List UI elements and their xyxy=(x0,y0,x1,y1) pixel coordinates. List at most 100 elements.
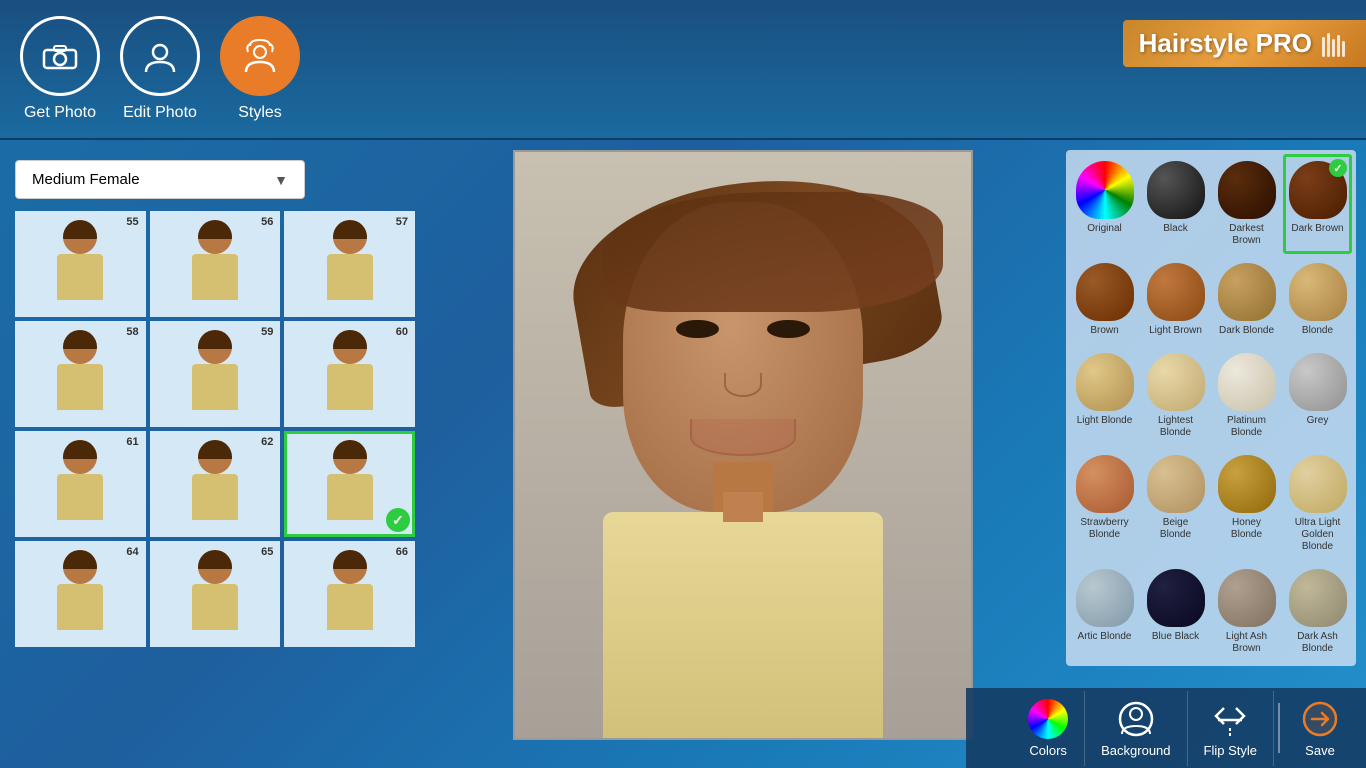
edit-photo-label: Edit Photo xyxy=(123,104,197,122)
style-item-59[interactable]: 59 xyxy=(150,321,281,427)
color-item-honey-blonde[interactable]: Honey Blonde xyxy=(1212,448,1281,560)
preview-panel xyxy=(430,140,1056,768)
save-icon xyxy=(1300,699,1340,739)
colors-button[interactable]: Colors xyxy=(1012,691,1085,766)
color-item-beige-blonde[interactable]: Beige Blonde xyxy=(1141,448,1210,560)
preview-person xyxy=(515,152,971,738)
save-button[interactable]: Save xyxy=(1284,691,1356,766)
color-item-light-blonde[interactable]: Light Blonde xyxy=(1070,346,1139,446)
app-title: Hairstyle PRO xyxy=(1139,28,1312,59)
color-swatch-strawberry-blonde xyxy=(1076,455,1134,513)
style-number: 57 xyxy=(396,216,408,228)
color-swatch-beige-blonde xyxy=(1147,455,1205,513)
style-item-62[interactable]: 62 xyxy=(150,431,281,537)
color-item-grey[interactable]: Grey xyxy=(1283,346,1352,446)
logo-banner: Hairstyle PRO xyxy=(1123,20,1366,67)
style-thumbnail xyxy=(153,324,278,424)
color-item-blonde[interactable]: Blonde xyxy=(1283,256,1352,344)
style-category-dropdown-container: Medium Female ▼ xyxy=(15,160,415,199)
color-swatch-dark-blonde xyxy=(1218,263,1276,321)
get-photo-button[interactable]: Get Photo xyxy=(20,16,100,122)
style-item-57[interactable]: 57 xyxy=(284,211,415,317)
color-swatch-light-ash-brown xyxy=(1218,569,1276,627)
color-swatch-grey xyxy=(1289,353,1347,411)
style-item-64[interactable]: 64 xyxy=(15,541,146,647)
logo-area: Hairstyle PRO xyxy=(1086,0,1366,140)
color-swatch-platinum-blonde xyxy=(1218,353,1276,411)
colors-grid: Original Black Darkest Brown ✓ Dark Brow… xyxy=(1066,150,1356,666)
color-swatch-darkest-brown xyxy=(1218,161,1276,219)
style-thumbnail xyxy=(287,214,412,314)
bottom-bar: Colors Background Flip Style xyxy=(966,688,1366,768)
style-item-55[interactable]: 55 xyxy=(15,211,146,317)
color-label-light-ash-brown: Light Ash Brown xyxy=(1217,631,1276,655)
color-label-blonde: Blonde xyxy=(1302,325,1333,337)
style-thumbnail xyxy=(18,434,143,534)
color-item-black[interactable]: Black xyxy=(1141,154,1210,254)
background-button-label: Background xyxy=(1101,743,1170,758)
color-item-strawberry-blonde[interactable]: Strawberry Blonde xyxy=(1070,448,1139,560)
style-thumbnail xyxy=(18,324,143,424)
colors-icon xyxy=(1028,699,1068,739)
style-number: 59 xyxy=(261,326,273,338)
color-item-dark-brown[interactable]: ✓ Dark Brown xyxy=(1283,154,1352,254)
color-label-blue-black: Blue Black xyxy=(1152,631,1199,643)
style-item-60[interactable]: 60 xyxy=(284,321,415,427)
styles-grid: 55 56 57 xyxy=(15,211,415,647)
color-item-dark-blonde[interactable]: Dark Blonde xyxy=(1212,256,1281,344)
get-photo-label: Get Photo xyxy=(24,104,96,122)
color-item-platinum-blonde[interactable]: Platinum Blonde xyxy=(1212,346,1281,446)
color-item-brown[interactable]: Brown xyxy=(1070,256,1139,344)
style-item-65[interactable]: 65 xyxy=(150,541,281,647)
style-item-56[interactable]: 56 xyxy=(150,211,281,317)
style-number: 58 xyxy=(126,326,138,338)
style-number: 56 xyxy=(261,216,273,228)
main-content: Medium Female ▼ 55 56 xyxy=(0,140,1366,768)
color-label-dark-blonde: Dark Blonde xyxy=(1219,325,1274,337)
flip-style-icon xyxy=(1210,699,1250,739)
color-label-lightest-blonde: Lightest Blonde xyxy=(1146,415,1205,439)
style-item-63[interactable]: ✓ xyxy=(284,431,415,537)
color-item-light-brown[interactable]: Light Brown xyxy=(1141,256,1210,344)
camera-icon xyxy=(20,16,100,96)
chevron-down-icon: ▼ xyxy=(274,172,288,188)
style-thumbnail xyxy=(18,214,143,314)
color-item-ultra-light-golden-blonde[interactable]: Ultra Light Golden Blonde xyxy=(1283,448,1352,560)
color-item-original[interactable]: Original xyxy=(1070,154,1139,254)
color-item-light-ash-brown[interactable]: Light Ash Brown xyxy=(1212,562,1281,662)
styles-button[interactable]: Styles xyxy=(220,16,300,122)
style-thumbnail xyxy=(287,544,412,644)
edit-photo-button[interactable]: Edit Photo xyxy=(120,16,200,122)
style-item-58[interactable]: 58 xyxy=(15,321,146,427)
color-item-lightest-blonde[interactable]: Lightest Blonde xyxy=(1141,346,1210,446)
color-item-blue-black[interactable]: Blue Black xyxy=(1141,562,1210,662)
style-thumbnail xyxy=(287,324,412,424)
color-item-artic-blonde[interactable]: Artic Blonde xyxy=(1070,562,1139,662)
toolbar-divider xyxy=(1278,703,1280,753)
color-swatch-honey-blonde xyxy=(1218,455,1276,513)
color-swatch-original xyxy=(1076,161,1134,219)
color-item-dark-ash-blonde[interactable]: Dark Ash Blonde xyxy=(1283,562,1352,662)
color-swatch-artic-blonde xyxy=(1076,569,1134,627)
color-swatch-dark-ash-blonde xyxy=(1289,569,1347,627)
color-swatch-light-blonde xyxy=(1076,353,1134,411)
style-item-61[interactable]: 61 xyxy=(15,431,146,537)
color-label-ultra-light-golden-blonde: Ultra Light Golden Blonde xyxy=(1288,517,1347,553)
color-swatch-black xyxy=(1147,161,1205,219)
style-category-dropdown[interactable]: Medium Female ▼ xyxy=(15,160,305,199)
color-label-light-brown: Light Brown xyxy=(1149,325,1202,337)
color-label-dark-brown: Dark Brown xyxy=(1291,223,1343,235)
color-swatch-blue-black xyxy=(1147,569,1205,627)
flip-style-button[interactable]: Flip Style xyxy=(1188,691,1274,766)
background-icon xyxy=(1116,699,1156,739)
color-swatch-brown xyxy=(1076,263,1134,321)
background-button[interactable]: Background xyxy=(1085,691,1187,766)
style-thumbnail xyxy=(153,214,278,314)
styles-label: Styles xyxy=(238,104,282,122)
color-item-darkest-brown[interactable]: Darkest Brown xyxy=(1212,154,1281,254)
style-thumbnail xyxy=(153,544,278,644)
flip-style-button-label: Flip Style xyxy=(1204,743,1257,758)
style-item-66[interactable]: 66 xyxy=(284,541,415,647)
color-label-beige-blonde: Beige Blonde xyxy=(1146,517,1205,541)
color-label-darkest-brown: Darkest Brown xyxy=(1217,223,1276,247)
